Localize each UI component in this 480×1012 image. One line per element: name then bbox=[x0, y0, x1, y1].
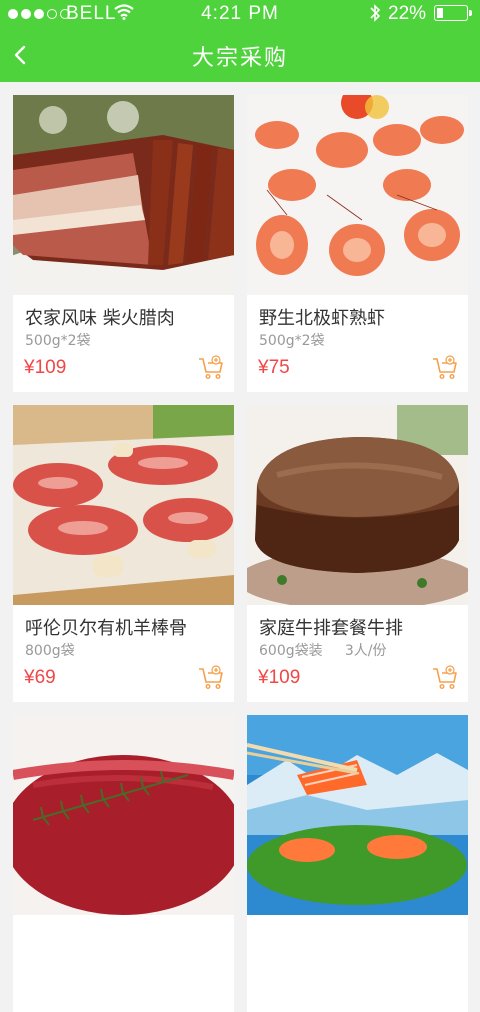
product-image-salmon bbox=[247, 715, 468, 915]
product-grid: 农家风味 柴火腊肉 500g*2袋 ¥109 野生北极虾熟虾 500g*2袋 ¥… bbox=[13, 95, 468, 1012]
add-to-cart-icon[interactable] bbox=[432, 665, 458, 691]
product-name: 农家风味 柴火腊肉 bbox=[25, 308, 175, 329]
product-image-smoked-pork bbox=[13, 95, 234, 295]
bluetooth-icon bbox=[370, 4, 381, 22]
product-spec: 600g袋装 3人/份 bbox=[259, 643, 387, 659]
status-bar: BELL 4:21 PM 22% bbox=[0, 0, 480, 28]
product-spec: 500g*2袋 bbox=[259, 333, 325, 349]
add-to-cart-icon[interactable] bbox=[198, 355, 224, 381]
product-name: 呼伦贝尔有机羊棒骨 bbox=[25, 618, 187, 639]
product-image-lamb-bones bbox=[13, 405, 234, 605]
product-card[interactable]: 家庭牛排套餐牛排 600g袋装 3人/份 ¥109 bbox=[247, 405, 468, 702]
product-price: ¥109 bbox=[258, 667, 301, 688]
product-image-steak bbox=[247, 405, 468, 605]
product-card[interactable]: 野生北极虾熟虾 500g*2袋 ¥75 bbox=[247, 95, 468, 392]
add-to-cart-icon[interactable] bbox=[198, 665, 224, 691]
battery-icon bbox=[434, 5, 472, 21]
product-spec: 800g袋 bbox=[25, 643, 75, 659]
product-card[interactable]: 呼伦贝尔有机羊棒骨 800g袋 ¥69 bbox=[13, 405, 234, 702]
product-price: ¥109 bbox=[24, 357, 67, 378]
product-image-raw-beef bbox=[13, 715, 234, 915]
product-name: 家庭牛排套餐牛排 bbox=[259, 618, 403, 639]
product-spec: 500g*2袋 bbox=[25, 333, 91, 349]
product-name: 野生北极虾熟虾 bbox=[259, 308, 385, 329]
battery-percentage: 22% bbox=[388, 3, 427, 24]
product-price: ¥75 bbox=[258, 357, 290, 378]
product-card[interactable]: 农家风味 柴火腊肉 500g*2袋 ¥109 bbox=[13, 95, 234, 392]
page-title: 大宗采购 bbox=[191, 46, 288, 71]
product-card[interactable] bbox=[13, 715, 234, 1012]
product-card[interactable] bbox=[247, 715, 468, 1012]
product-price: ¥69 bbox=[24, 667, 56, 688]
navigation-bar: 大宗采购 bbox=[0, 28, 480, 82]
add-to-cart-icon[interactable] bbox=[432, 355, 458, 381]
product-image-shrimp bbox=[247, 95, 468, 295]
